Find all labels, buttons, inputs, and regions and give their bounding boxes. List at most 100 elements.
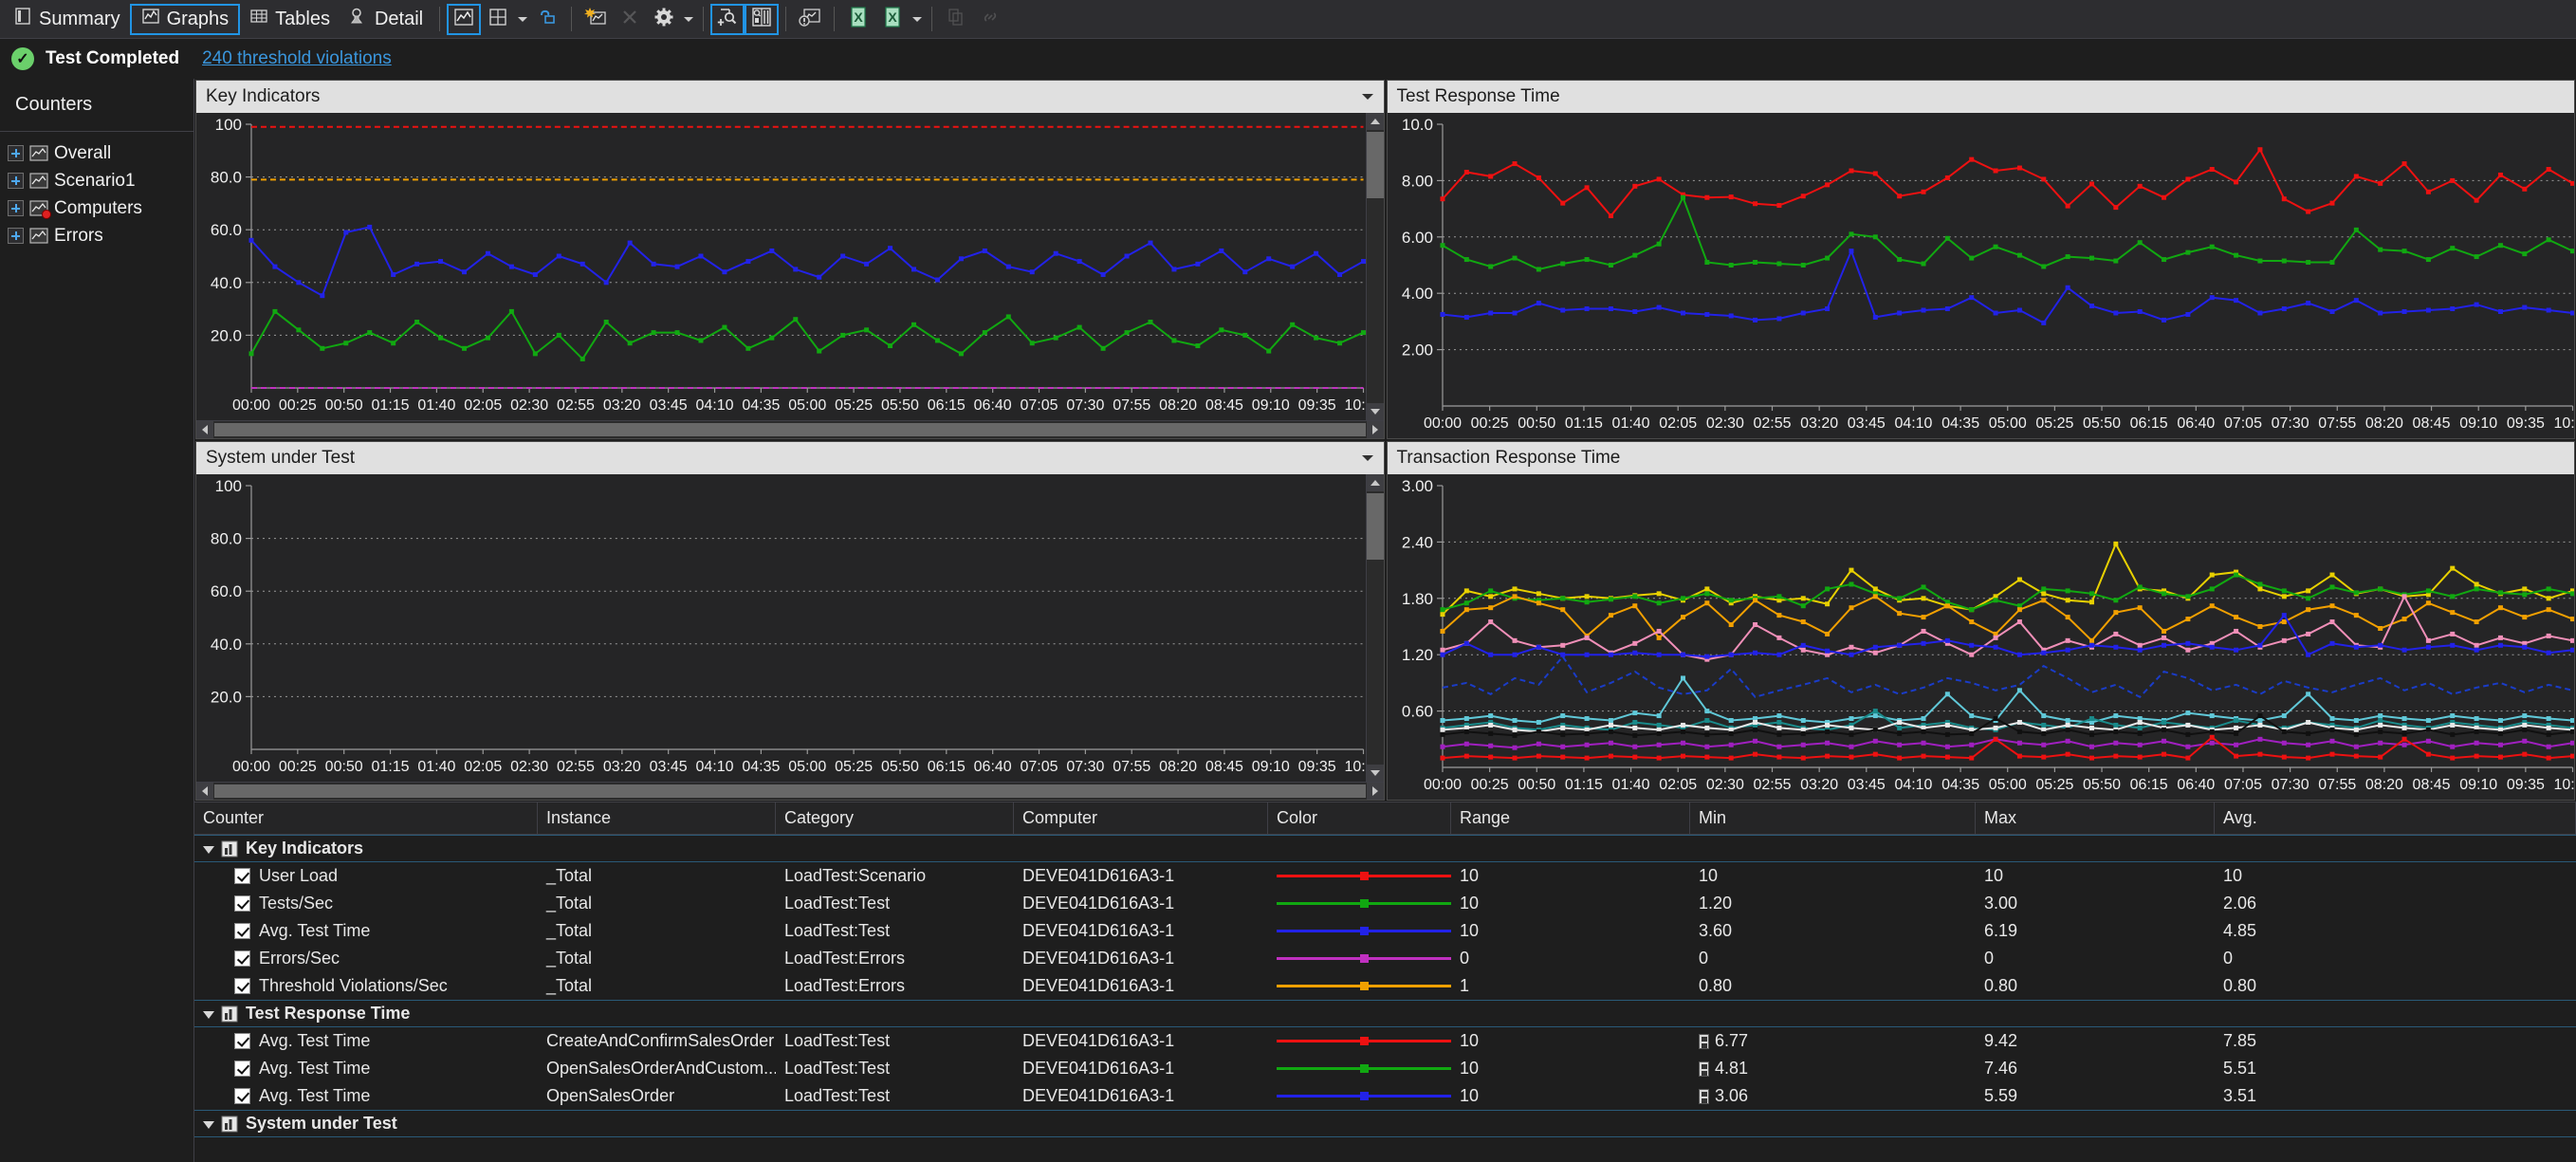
- scrollbar-track[interactable]: [1367, 198, 1384, 403]
- sidebar-item-computers[interactable]: Computers: [0, 194, 193, 222]
- export-excel-button[interactable]: X: [841, 4, 875, 35]
- scroll-left-icon[interactable]: [196, 421, 213, 438]
- sidebar-item-errors[interactable]: Errors: [0, 222, 193, 249]
- sidebar-item-scenario1[interactable]: Scenario1: [0, 167, 193, 194]
- scroll-up-icon[interactable]: [1367, 113, 1384, 130]
- chevron-down-icon[interactable]: [1359, 88, 1376, 105]
- chart-panel-header[interactable]: Key Indicators: [196, 81, 1384, 113]
- scrollbar-thumb[interactable]: [214, 423, 1366, 436]
- export-excel-report-button[interactable]: X: [875, 4, 910, 35]
- cell-color[interactable]: [1268, 862, 1451, 890]
- threshold-violations-link[interactable]: 240 threshold violations: [202, 48, 392, 69]
- scroll-down-icon[interactable]: [1367, 403, 1384, 420]
- plot-test-response-time[interactable]: 10.08.006.004.002.0000:0000:2500:5001:15…: [1388, 113, 2575, 438]
- table-row[interactable]: Avg. Test TimeCreateAndConfirmSalesOrder…: [194, 1027, 2576, 1055]
- tab-graphs[interactable]: Graphs: [130, 4, 241, 35]
- expand-icon[interactable]: [8, 173, 24, 189]
- chevron-down-icon[interactable]: [1359, 450, 1376, 467]
- expand-icon[interactable]: [8, 145, 24, 161]
- plot-transaction-response-time[interactable]: 3.002.401.801.200.6000:0000:2500:5001:15…: [1388, 474, 2575, 800]
- table-row[interactable]: Avg. Test Time_TotalLoadTest:TestDEVE041…: [194, 917, 2576, 945]
- chart-horizontal-scrollbar[interactable]: [196, 782, 1384, 800]
- counter-checkbox[interactable]: [234, 923, 250, 939]
- sidebar-item-overall[interactable]: Overall: [0, 139, 193, 167]
- counter-checkbox[interactable]: [234, 978, 250, 994]
- tab-detail[interactable]: Detail: [340, 4, 432, 35]
- plot-system-under-test[interactable]: 10080.060.040.020.000:0000:2500:5001:150…: [196, 474, 1366, 782]
- collapse-triangle-icon[interactable]: [203, 1121, 214, 1129]
- zoom-in-button[interactable]: [710, 4, 745, 35]
- cell-color[interactable]: [1268, 890, 1451, 917]
- options-dropdown[interactable]: [681, 4, 696, 35]
- table-row[interactable]: User Load_TotalLoadTest:ScenarioDEVE041D…: [194, 862, 2576, 890]
- column-header-color[interactable]: Color: [1268, 802, 1451, 834]
- scrollbar-track[interactable]: [1367, 560, 1384, 765]
- column-header-min[interactable]: Min: [1690, 802, 1976, 834]
- chart-series-line: [1442, 150, 2572, 216]
- cell-color[interactable]: [1268, 972, 1451, 1000]
- chart-panel-header[interactable]: Test Response Time: [1388, 81, 2575, 113]
- scroll-right-icon[interactable]: [1367, 421, 1384, 438]
- column-header-category[interactable]: Category: [776, 802, 1014, 834]
- grid-layout-dropdown[interactable]: [515, 4, 530, 35]
- column-header-avg[interactable]: Avg.: [2215, 802, 2576, 834]
- chart-vertical-scrollbar[interactable]: [1366, 474, 1384, 782]
- scroll-right-icon[interactable]: [1367, 783, 1384, 800]
- cell-color[interactable]: [1268, 1082, 1451, 1110]
- export-dropdown[interactable]: [910, 4, 925, 35]
- cell-instance: _Total: [538, 890, 776, 917]
- grid-group-row[interactable]: System under Test: [194, 1110, 2576, 1137]
- column-header-instance[interactable]: Instance: [538, 802, 776, 834]
- restore-panel-button[interactable]: [530, 4, 564, 35]
- cell-color[interactable]: [1268, 1027, 1451, 1055]
- panel-zoom-button[interactable]: [745, 4, 779, 35]
- options-button[interactable]: [647, 4, 681, 35]
- counter-checkbox[interactable]: [234, 868, 250, 884]
- tab-summary[interactable]: Summary: [4, 4, 130, 35]
- grid-group-row[interactable]: Key Indicators: [194, 835, 2576, 862]
- table-row[interactable]: Tests/Sec_TotalLoadTest:TestDEVE041D616A…: [194, 890, 2576, 917]
- chart-horizontal-scrollbar[interactable]: [196, 420, 1384, 438]
- cell-color[interactable]: [1268, 917, 1451, 945]
- counter-checkbox[interactable]: [234, 1061, 250, 1077]
- cell-color[interactable]: [1268, 836, 1451, 861]
- chart-vertical-scrollbar[interactable]: [1366, 113, 1384, 420]
- add-graph-button[interactable]: [579, 4, 613, 35]
- table-row[interactable]: Errors/Sec_TotalLoadTest:ErrorsDEVE041D6…: [194, 945, 2576, 972]
- show-threshold-button[interactable]: [793, 4, 827, 35]
- counter-checkbox[interactable]: [234, 1033, 250, 1049]
- counter-checkbox[interactable]: [234, 1088, 250, 1104]
- table-row[interactable]: Avg. Test TimeOpenSalesOrderLoadTest:Tes…: [194, 1082, 2576, 1110]
- expand-icon[interactable]: [8, 228, 24, 244]
- cell-color[interactable]: [1268, 1111, 1451, 1136]
- collapse-triangle-icon[interactable]: [203, 846, 214, 854]
- counter-checkbox[interactable]: [234, 895, 250, 912]
- grid-layout-button[interactable]: [481, 4, 515, 35]
- sidebar-item-label: Overall: [54, 143, 111, 164]
- table-row[interactable]: Threshold Violations/Sec_TotalLoadTest:E…: [194, 972, 2576, 1000]
- chart-panel-header[interactable]: System under Test: [196, 442, 1384, 474]
- show-graph-button[interactable]: [447, 4, 481, 35]
- cell-color[interactable]: [1268, 1055, 1451, 1082]
- cell-color[interactable]: [1268, 945, 1451, 972]
- column-header-counter[interactable]: Counter: [194, 802, 538, 834]
- cell-color[interactable]: [1268, 1001, 1451, 1026]
- grid-group-row[interactable]: Test Response Time: [194, 1000, 2576, 1027]
- column-header-range[interactable]: Range: [1451, 802, 1690, 834]
- graph-group-icon: [221, 1005, 238, 1023]
- scroll-up-icon[interactable]: [1367, 474, 1384, 491]
- column-header-max[interactable]: Max: [1976, 802, 2215, 834]
- expand-icon[interactable]: [8, 200, 24, 216]
- column-header-computer[interactable]: Computer: [1014, 802, 1268, 834]
- scrollbar-thumb[interactable]: [214, 784, 1366, 798]
- counter-checkbox[interactable]: [234, 950, 250, 967]
- scroll-down-icon[interactable]: [1367, 765, 1384, 782]
- scrollbar-thumb[interactable]: [1367, 493, 1384, 560]
- scroll-left-icon[interactable]: [196, 783, 213, 800]
- plot-key-indicators[interactable]: 10080.060.040.020.000:0000:2500:5001:150…: [196, 113, 1366, 420]
- tab-tables[interactable]: Tables: [240, 4, 340, 35]
- table-row[interactable]: Avg. Test TimeOpenSalesOrderAndCustom...…: [194, 1055, 2576, 1082]
- chart-panel-header[interactable]: Transaction Response Time: [1388, 442, 2575, 474]
- scrollbar-thumb[interactable]: [1367, 132, 1384, 198]
- collapse-triangle-icon[interactable]: [203, 1011, 214, 1019]
